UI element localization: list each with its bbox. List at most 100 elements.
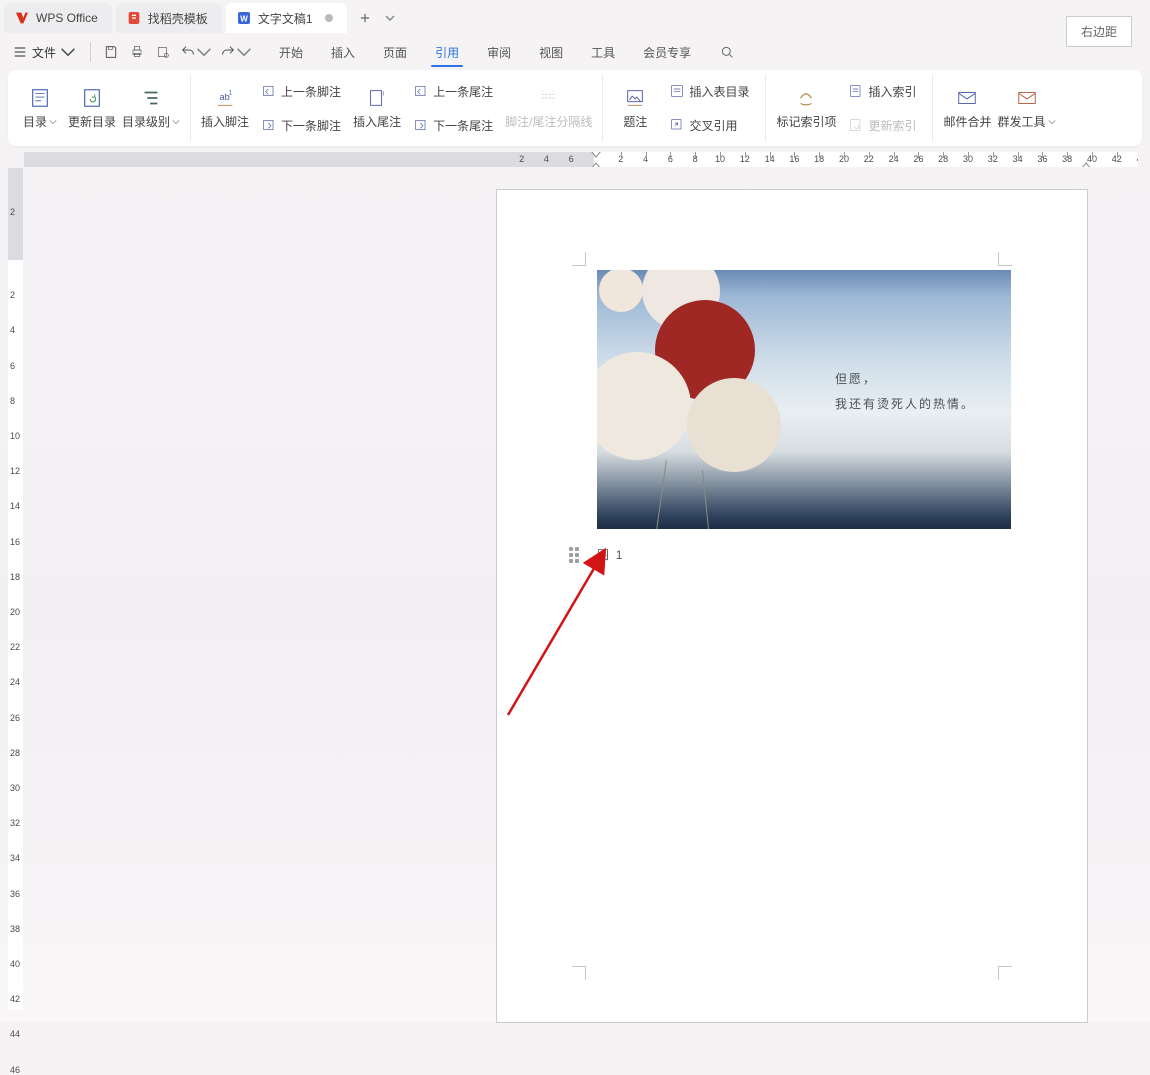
right-margin-label: 右边距 [1081,25,1117,39]
mail-icon [956,87,978,109]
margin-corner-icon [998,252,1012,266]
app-tab[interactable]: WPS Office [4,3,112,33]
tab-label: 插入 [331,44,355,61]
btn-label: 插入尾注 [353,113,401,130]
svg-text:1: 1 [229,89,233,96]
separator [90,42,91,62]
caption-button[interactable]: 题注 [613,87,657,130]
level-icon [140,87,162,109]
svg-text:i: i [383,90,384,97]
inserted-image[interactable]: 但愿， 我还有烫死人的热情。 [597,270,1011,529]
mark-index-icon [795,87,817,109]
template-tab[interactable]: 找稻壳模板 [116,3,222,33]
btn-label: 下一条尾注 [433,117,493,134]
prev-footnote-button[interactable]: 上一条脚注 [255,76,347,106]
toc-level-button[interactable]: 目录级别 [122,87,180,130]
tab-label: 工具 [591,44,615,61]
mail-send-icon [1016,87,1038,109]
tab-insert[interactable]: 插入 [317,34,369,70]
mail-merge-button[interactable]: 邮件合并 [943,87,991,130]
document-tab[interactable]: W 文字文稿1 [226,3,347,33]
word-doc-icon: W [236,10,252,26]
refresh-icon [81,87,103,109]
btn-label: 上一条尾注 [433,83,493,100]
tab-member[interactable]: 会员专享 [629,34,705,70]
tab-label: 引用 [435,44,459,61]
balloon-shape [687,378,781,472]
tab-page[interactable]: 页面 [369,34,421,70]
template-icon [126,10,142,26]
horizontal-ruler[interactable]: 6422468101214161820222426283032343638404… [24,152,1138,167]
chevron-down-icon [196,44,212,60]
update-toc-button[interactable]: 更新目录 [68,87,116,130]
ribbon: 目录 更新目录 目录级别 ab1 插入脚注 上一条脚注 下一条脚注 i [8,70,1142,146]
ribbon-group-toc: 目录 更新目录 目录级别 [8,74,191,142]
file-menu-button[interactable]: 文件 [6,38,82,66]
wps-logo-icon [14,10,30,26]
tab-start[interactable]: 开始 [265,34,317,70]
prev-endnote-button[interactable]: 上一条尾注 [407,76,499,106]
insert-figure-toc-button[interactable]: 插入表目录 [663,76,755,106]
vertical-ruler[interactable]: 2246810121416182022242628303234363840424… [8,168,23,1010]
undo-button[interactable] [177,38,215,66]
btn-label: 交叉引用 [689,117,737,134]
drag-handle-icon[interactable] [569,547,579,563]
tab-view[interactable]: 视图 [525,34,577,70]
chevron-down-icon [60,44,76,60]
title-bar: WPS Office 找稻壳模板 W 文字文稿1 右边距 [0,0,1150,34]
insert-index-button[interactable]: 插入索引 [842,76,922,106]
btn-label: 下一条脚注 [281,117,341,134]
chevron-down-icon [1048,114,1056,128]
margin-corner-icon [572,252,586,266]
toc-button[interactable]: 目录 [18,87,62,130]
ribbon-group-footnote: ab1 插入脚注 上一条脚注 下一条脚注 i 插入尾注 上一条尾注 下 [191,74,603,142]
next-endnote-button[interactable]: 下一条尾注 [407,110,499,140]
balloon-shape [599,270,643,312]
cross-ref-button[interactable]: 交叉引用 [663,110,755,140]
new-tab-button[interactable] [351,5,379,31]
update-index-button: 更新索引 [842,110,922,140]
caption-icon [624,87,646,109]
balloon-string [702,470,709,529]
print-button[interactable] [125,38,149,66]
btn-label: 群发工具 [998,113,1046,130]
modified-indicator-icon [325,14,333,22]
search-button[interactable] [715,38,739,66]
btn-label: 邮件合并 [943,113,991,130]
btn-label: 插入表目录 [689,83,749,100]
tab-tools[interactable]: 工具 [577,34,629,70]
document-page[interactable]: 但愿， 我还有烫死人的热情。 图 1 [497,190,1087,1022]
right-margin-button[interactable]: 右边距 [1066,16,1132,47]
footnote-icon: ab1 [214,87,236,109]
next-footnote-button[interactable]: 下一条脚注 [255,110,347,140]
sep-line-icon [538,87,560,109]
btn-label: 题注 [623,113,647,130]
image-overlay-text: 但愿， 我还有烫死人的热情。 [835,370,975,412]
insert-endnote-button[interactable]: i 插入尾注 [353,87,401,130]
chevron-down-icon [236,44,252,60]
image-text-line2: 我还有烫死人的热情。 [835,395,975,412]
endnote-icon: i [366,87,388,109]
figure-caption[interactable]: 图 1 [569,546,622,563]
toc-icon [29,87,51,109]
chevron-down-icon [49,114,57,128]
insert-footnote-button[interactable]: ab1 插入脚注 [201,87,249,130]
tab-review[interactable]: 审阅 [473,34,525,70]
btn-label: 标记索引项 [776,113,836,130]
tab-references[interactable]: 引用 [421,34,473,70]
mark-index-button[interactable]: 标记索引项 [776,87,836,130]
caption-label: 图 [597,548,609,562]
margin-corner-icon [998,966,1012,980]
print-preview-button[interactable] [151,38,175,66]
new-tab-dropdown[interactable] [383,15,397,21]
redo-button[interactable] [217,38,255,66]
ribbon-tabs: 开始 插入 页面 引用 审阅 视图 工具 会员专享 [265,34,705,70]
chevron-down-icon [172,114,180,128]
btn-label: 插入索引 [868,83,916,100]
btn-label: 目录级别 [122,113,170,130]
save-button[interactable] [99,38,123,66]
tab-label: 审阅 [487,44,511,61]
image-text-line1: 但愿， [835,370,975,387]
group-tool-button[interactable]: 群发工具 [998,87,1056,130]
margin-corner-icon [572,966,586,980]
